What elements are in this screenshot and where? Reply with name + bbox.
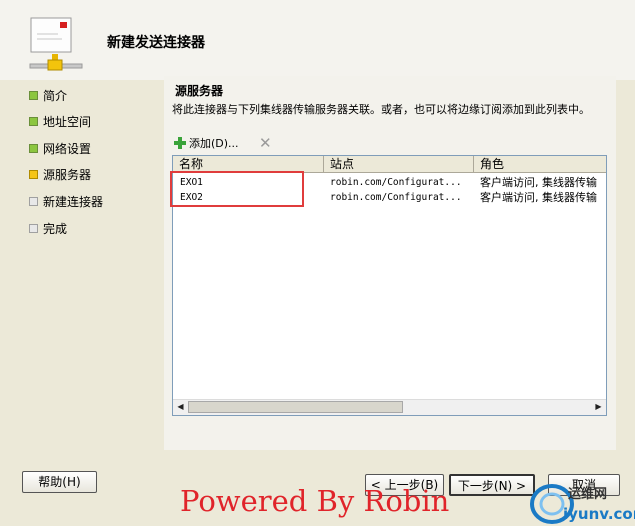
- step-network-settings: 网络设置: [29, 140, 91, 156]
- add-button[interactable]: 添加(D)...: [173, 135, 239, 151]
- step-label: 源服务器: [43, 167, 92, 182]
- step-complete: 完成: [29, 220, 67, 236]
- wizard-title: 新建发送连接器: [107, 35, 205, 51]
- scroll-thumb[interactable]: [188, 401, 403, 413]
- step-done-icon: [29, 90, 38, 100]
- step-label: 网络设置: [43, 141, 92, 156]
- cell-site: robin.com/Configurat...: [330, 177, 462, 188]
- step-source-server: 源服务器: [29, 166, 91, 182]
- next-button[interactable]: 下一步(N) >: [449, 474, 535, 496]
- scroll-left-icon[interactable]: ◀: [174, 401, 187, 413]
- scroll-right-icon[interactable]: ▶: [592, 401, 605, 413]
- column-site[interactable]: 站点: [324, 156, 474, 172]
- column-name[interactable]: 名称: [173, 156, 324, 172]
- delete-icon[interactable]: ✕: [259, 134, 272, 152]
- step-label: 地址空间: [43, 114, 92, 129]
- cell-role: 客户端访问, 集线器传输: [480, 191, 597, 204]
- wizard-header: [0, 0, 635, 80]
- plus-icon: [173, 136, 187, 150]
- watermark-text: Powered By Robin: [180, 484, 450, 518]
- help-button[interactable]: 帮助(H): [22, 471, 97, 493]
- step-label: 新建连接器: [43, 194, 104, 209]
- section-title: 源服务器: [175, 84, 224, 98]
- connector-icon: [29, 17, 83, 71]
- add-label: 添加(D)...: [189, 137, 239, 150]
- step-label: 简介: [43, 88, 68, 103]
- horizontal-scrollbar[interactable]: ◀ ▶: [173, 399, 606, 415]
- cell-role: 客户端访问, 集线器传输: [480, 176, 597, 189]
- step-address-space: 地址空间: [29, 113, 91, 129]
- cell-site: robin.com/Configurat...: [330, 192, 462, 203]
- logo-text: 运维网: [568, 487, 608, 502]
- step-intro: 简介: [29, 87, 67, 103]
- column-role[interactable]: 角色: [474, 156, 606, 172]
- step-current-icon: [29, 169, 38, 179]
- step-done-icon: [29, 116, 38, 126]
- selection-highlight-box: [170, 171, 304, 207]
- step-label: 完成: [43, 221, 68, 236]
- step-new-connector: 新建连接器: [29, 193, 103, 209]
- step-pending-icon: [29, 196, 38, 206]
- step-pending-icon: [29, 223, 38, 233]
- step-done-icon: [29, 143, 38, 153]
- logo-domain: iyunv.com: [563, 505, 635, 523]
- description: 将此连接器与下列集线器传输服务器关联。或者，也可以将边缘订阅添加到此列表中。: [172, 103, 590, 116]
